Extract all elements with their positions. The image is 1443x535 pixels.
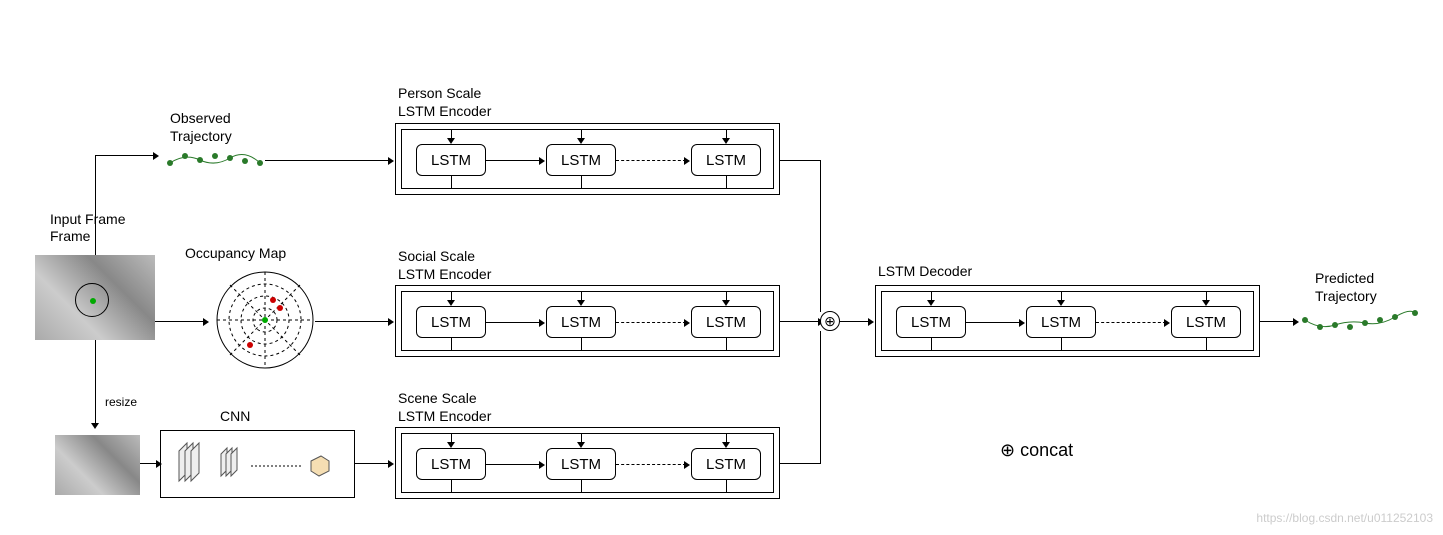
scene-scale-label1: Scene Scale <box>398 390 477 406</box>
person-encoder-block: LSTM LSTM LSTM <box>395 123 780 195</box>
watermark: https://blog.csdn.net/u011252103 <box>1256 511 1433 525</box>
lstm-cell: LSTM <box>896 306 966 338</box>
decoder-label: LSTM Decoder <box>878 263 972 279</box>
social-scale-label1: Social Scale <box>398 248 475 264</box>
scene-encoder-block: LSTM LSTM LSTM <box>395 427 780 499</box>
lstm-cell: LSTM <box>416 306 486 338</box>
frame-to-cnn-arrow <box>91 423 99 429</box>
lstm-cell: LSTM <box>1026 306 1096 338</box>
social-encoder-block: LSTM LSTM LSTM <box>395 285 780 357</box>
observed-label2: Trajectory <box>170 128 232 144</box>
scene-scale-label2: LSTM Encoder <box>398 408 491 424</box>
traj-to-enc-arrow <box>388 157 394 165</box>
frame-to-occ-arrow <box>203 318 209 326</box>
traj-to-enc <box>265 160 390 161</box>
frame-to-traj-h <box>95 155 155 156</box>
person-scale-label1: Person Scale <box>398 85 481 101</box>
occupancy-label: Occupancy Map <box>185 245 286 261</box>
lstm-cell: LSTM <box>1171 306 1241 338</box>
lstm-cell: LSTM <box>691 144 761 176</box>
predicted-label1: Predicted <box>1315 270 1374 286</box>
cnn-label: CNN <box>220 408 250 424</box>
cnn-to-enc <box>355 463 390 464</box>
concat-to-dec-arrow <box>868 318 874 326</box>
frame-to-traj-line <box>95 155 96 255</box>
dec-to-pred-arrow <box>1293 318 1299 326</box>
frame-to-occ-line <box>155 321 205 322</box>
concat-symbol: ⊕ <box>820 311 840 331</box>
lstm-cell: LSTM <box>546 144 616 176</box>
social-scale-label2: LSTM Encoder <box>398 266 491 282</box>
scene-out <box>780 463 820 464</box>
observed-trajectory-icon <box>165 148 265 178</box>
person-down <box>820 160 821 312</box>
observed-label1: Observed <box>170 110 231 126</box>
concat-legend: ⊕ concat <box>1000 440 1073 461</box>
lstm-cell: LSTM <box>546 448 616 480</box>
lstm-cell: LSTM <box>691 306 761 338</box>
cnn-to-enc-arrow <box>388 460 394 468</box>
lstm-cell: LSTM <box>546 306 616 338</box>
person-scale-label2: LSTM Encoder <box>398 103 491 119</box>
lstm-cell: LSTM <box>416 448 486 480</box>
predicted-label2: Trajectory <box>1315 288 1377 304</box>
input-frame-label2: Frame <box>50 228 90 244</box>
frame-to-cnn-v <box>95 340 96 425</box>
concat-to-dec <box>840 321 870 322</box>
social-out <box>780 321 820 322</box>
input-frame-label: Input Frame <box>50 210 110 228</box>
resize-to-cnn-arrow <box>156 460 162 468</box>
person-out <box>780 160 820 161</box>
frame-to-traj-arrow <box>153 152 159 160</box>
resized-frame-image <box>55 435 140 495</box>
lstm-cell: LSTM <box>416 144 486 176</box>
occ-to-enc-arrow <box>388 318 394 326</box>
scene-up <box>820 331 821 464</box>
frame-center-dot <box>90 298 96 304</box>
occ-to-enc <box>315 321 390 322</box>
occupancy-map-icon <box>215 270 315 370</box>
resize-label: resize <box>105 395 137 409</box>
predicted-trajectory-icon <box>1300 305 1420 340</box>
dec-to-pred <box>1260 321 1295 322</box>
lstm-cell: LSTM <box>691 448 761 480</box>
cnn-block <box>160 430 355 498</box>
decoder-block: LSTM LSTM LSTM <box>875 285 1260 357</box>
